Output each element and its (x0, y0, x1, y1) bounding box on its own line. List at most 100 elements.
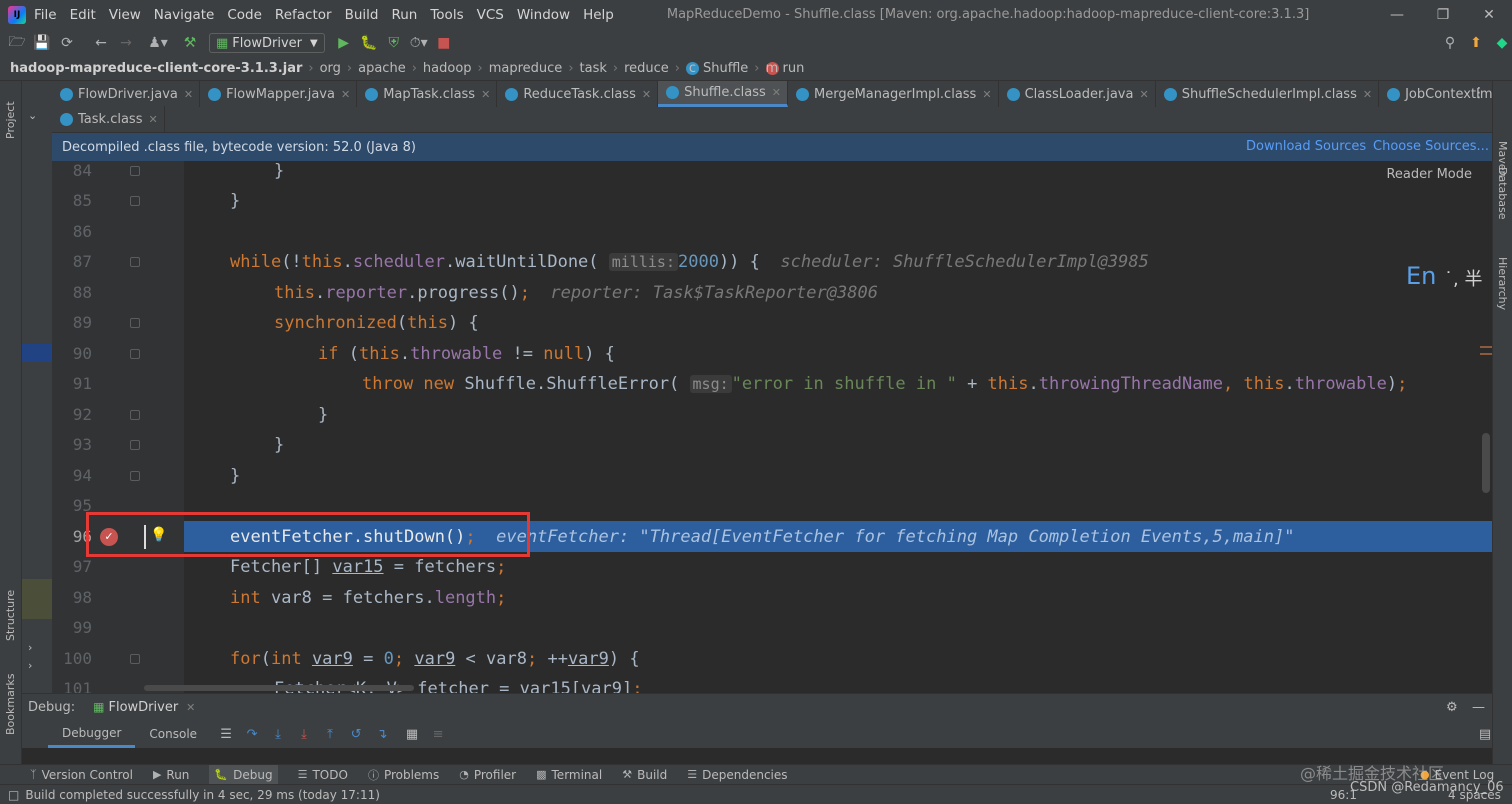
trace-icon[interactable]: ≡ (427, 723, 449, 745)
menu-file[interactable]: File (34, 7, 57, 23)
menu-help[interactable]: Help (583, 7, 614, 23)
breadcrumb-task[interactable]: task (580, 61, 607, 76)
menu-code[interactable]: Code (227, 7, 262, 23)
tool-todo[interactable]: ☰ TODO (298, 768, 348, 782)
tab-shuffle-class[interactable]: Shuffle.class ✕ (658, 81, 788, 107)
close-icon[interactable]: ✕ (184, 88, 193, 101)
close-icon[interactable]: ✕ (1363, 88, 1372, 101)
tab-debugger[interactable]: Debugger (48, 720, 136, 748)
bookmarks-tool-button[interactable]: Bookmarks (4, 674, 17, 735)
menu-refactor[interactable]: Refactor (275, 7, 332, 23)
close-icon[interactable]: ✕ (982, 88, 991, 101)
update-icon[interactable]: ⬆ (1465, 32, 1487, 54)
profile-icon[interactable]: ⏱▾ (408, 32, 430, 54)
close-icon[interactable]: ✕ (772, 86, 781, 99)
fold-marker-icon[interactable] (130, 654, 140, 664)
fold-marker-icon[interactable] (130, 318, 140, 328)
project-tool-button[interactable]: Project (4, 101, 17, 139)
tool-profiler[interactable]: ◔ Profiler (459, 768, 516, 782)
drop-frame-icon[interactable]: ↺ (345, 723, 367, 745)
fold-marker-icon[interactable] (130, 166, 140, 176)
close-icon[interactable]: ✕ (1466, 0, 1512, 29)
user-icon[interactable]: ♟▾ (147, 32, 169, 54)
back-arrow-icon[interactable]: ← (90, 32, 112, 54)
save-icon[interactable]: 💾 (31, 32, 53, 54)
menu-view[interactable]: View (109, 7, 141, 23)
structure-tool-button[interactable]: Structure (4, 590, 17, 641)
tab-shuffleschedulerimpl-class[interactable]: ShuffleSchedulerImpl.class ✕ (1156, 81, 1380, 107)
tab-flowdriver-java[interactable]: FlowDriver.java ✕ (52, 81, 201, 107)
fold-marker-icon[interactable] (130, 471, 140, 481)
fold-marker-icon[interactable] (130, 440, 140, 450)
close-icon[interactable]: ✕ (186, 701, 195, 714)
breadcrumb-org[interactable]: org (320, 61, 341, 76)
run-config-select[interactable]: ▦ FlowDriver ▼ (209, 33, 325, 53)
database-tool-button[interactable]: Database (1496, 167, 1509, 220)
breadcrumb-apache[interactable]: apache (358, 61, 406, 76)
menu-window[interactable]: Window (517, 7, 570, 23)
stop-icon[interactable]: ■ (433, 32, 455, 54)
evaluate-table-icon[interactable]: ▦ (401, 723, 423, 745)
download-sources-link[interactable]: Download Sources (1246, 139, 1366, 154)
breadcrumb-mapreduce[interactable]: mapreduce (489, 61, 563, 76)
search-icon[interactable]: ⚲ (1439, 32, 1461, 54)
tool-build[interactable]: ⚒ Build (622, 768, 667, 782)
breadcrumb-jar[interactable]: hadoop-mapreduce-client-core-3.1.3.jar (10, 61, 302, 76)
breadcrumb-hadoop[interactable]: hadoop (423, 61, 472, 76)
tab-classloader-java[interactable]: ClassLoader.java ✕ (999, 81, 1156, 107)
menu-build[interactable]: Build (345, 7, 379, 23)
open-folder-icon[interactable]: 🗁 (6, 32, 28, 54)
minimize-icon[interactable]: — (1374, 0, 1420, 29)
tab-console[interactable]: Console (135, 720, 211, 748)
menu-edit[interactable]: Edit (70, 7, 96, 23)
menu-tools[interactable]: Tools (430, 7, 463, 23)
breadcrumb-shuffle[interactable]: Shuffle (703, 61, 748, 76)
breadcrumb-run[interactable]: run (783, 61, 805, 76)
chevron-right-icon[interactable]: › (28, 641, 32, 654)
more-tabs-icon[interactable]: ⋮ (1472, 85, 1486, 101)
choose-sources-link[interactable]: Choose Sources... (1373, 139, 1489, 154)
error-stripe-mark[interactable] (1480, 346, 1492, 348)
debug-icon[interactable]: 🐛 (358, 32, 380, 54)
debug-session-tab[interactable]: FlowDriver (108, 700, 178, 715)
menu-lines-icon[interactable]: ☰ (215, 723, 237, 745)
hide-panel-icon[interactable]: — (1472, 700, 1485, 715)
step-over-icon[interactable]: ↷ (241, 723, 263, 745)
forward-arrow-icon[interactable]: → (115, 32, 137, 54)
reader-mode-button[interactable]: Reader Mode (1386, 167, 1472, 182)
run-to-cursor-icon[interactable]: ↴ (371, 723, 393, 745)
menu-vcs[interactable]: VCS (477, 7, 504, 23)
close-icon[interactable]: ✕ (642, 88, 651, 101)
hierarchy-tool-button[interactable]: Hierarchy (1496, 257, 1509, 310)
tab-reducetask-class[interactable]: ReduceTask.class ✕ (497, 81, 659, 107)
menu-run[interactable]: Run (391, 7, 417, 23)
layout-icon[interactable]: ▤ (1474, 723, 1496, 745)
settings-gear-icon[interactable]: ⚙ (1446, 700, 1458, 715)
tab-mergemanagerimpl-class[interactable]: MergeManagerImpl.class ✕ (788, 81, 999, 107)
close-icon[interactable]: ✕ (148, 113, 157, 126)
run-icon[interactable]: ▶ (333, 32, 355, 54)
fold-marker-icon[interactable] (130, 410, 140, 420)
tool-dependencies[interactable]: ☰ Dependencies (687, 768, 787, 782)
tool-problems[interactable]: ⓘ Problems (368, 767, 439, 783)
code-editor[interactable]: Reader Mode 84 85 86 87 88 89 90 91 92 9… (52, 161, 1492, 693)
tool-debug[interactable]: 🐛 Debug (209, 764, 278, 785)
chevron-right-icon[interactable]: › (28, 659, 32, 672)
tool-terminal[interactable]: ▩ Terminal (536, 768, 602, 782)
fold-marker-icon[interactable] (130, 196, 140, 206)
close-icon[interactable]: ✕ (481, 88, 490, 101)
menu-navigate[interactable]: Navigate (154, 7, 215, 23)
vertical-scrollbar[interactable] (1482, 433, 1490, 493)
restore-icon[interactable]: ❐ (1420, 0, 1466, 29)
close-icon[interactable]: ✕ (341, 88, 350, 101)
breadcrumb-reduce[interactable]: reduce (624, 61, 669, 76)
step-out-icon[interactable]: ⤒ (319, 723, 341, 745)
step-into-icon[interactable]: ⤓ (267, 723, 289, 745)
fold-marker-icon[interactable] (130, 349, 140, 359)
tab-task-class[interactable]: Task.class ✕ (52, 106, 165, 132)
horizontal-scrollbar[interactable] (144, 685, 414, 691)
tab-flowmapper-java[interactable]: FlowMapper.java ✕ (200, 81, 358, 107)
force-step-into-icon[interactable]: ⤓ (293, 723, 315, 745)
toolbox-icon[interactable]: ◆ (1491, 32, 1512, 54)
build-hammer-icon[interactable]: ⚒ (179, 32, 201, 54)
